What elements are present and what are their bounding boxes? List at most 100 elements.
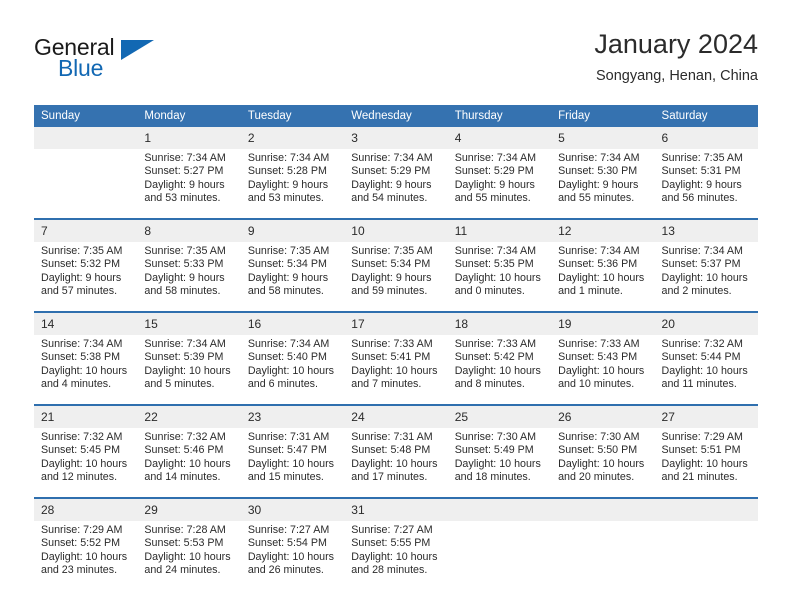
daylight-text: Daylight: 9 hours and 58 minutes.	[247, 271, 329, 297]
day-details	[448, 521, 551, 590]
calendar-day-cell[interactable]: 19 Sunrise: 7:33 AM Sunset: 5:43 PM Dayligh…	[551, 313, 655, 404]
sunset-text: Sunset: 5:28 PM	[247, 165, 327, 178]
sunset-text: Sunset: 5:34 PM	[247, 258, 327, 271]
day-details: Sunrise: 7:35 AM Sunset: 5:32 PM Daylight:…	[34, 242, 137, 311]
sunrise-text: Sunrise: 7:34 AM	[351, 152, 433, 164]
sunset-text: Sunset: 5:29 PM	[454, 165, 534, 178]
sunrise-text: Sunrise: 7:28 AM	[144, 524, 226, 536]
day-details: Sunrise: 7:34 AM Sunset: 5:39 PM Daylight:…	[137, 335, 240, 404]
calendar-day-cell[interactable]: 14 Sunrise: 7:34 AM Sunset: 5:38 PM Dayligh…	[34, 313, 138, 404]
daylight-text: Daylight: 10 hours and 0 minutes.	[454, 271, 541, 297]
calendar-day-cell[interactable]: 12 Sunrise: 7:34 AM Sunset: 5:36 PM Dayligh…	[551, 220, 655, 311]
calendar-day-cell-empty	[551, 499, 655, 590]
calendar-day-cell[interactable]: 10 Sunrise: 7:35 AM Sunset: 5:34 PM Dayligh…	[344, 220, 448, 311]
daylight-text: Daylight: 10 hours and 10 minutes.	[558, 364, 645, 390]
day-number: 26	[551, 406, 655, 428]
sunrise-text: Sunrise: 7:34 AM	[144, 338, 226, 350]
sunset-text: Sunset: 5:41 PM	[351, 351, 431, 364]
calendar-day-cell-empty	[34, 127, 138, 218]
calendar-day-cell[interactable]: 5 Sunrise: 7:34 AM Sunset: 5:30 PM Daylight…	[551, 127, 655, 218]
calendar-day-cell[interactable]: 25 Sunrise: 7:30 AM Sunset: 5:49 PM Dayligh…	[447, 406, 552, 497]
day-details: Sunrise: 7:34 AM Sunset: 5:29 PM Daylight:…	[448, 149, 551, 218]
sunset-text: Sunset: 5:42 PM	[454, 351, 534, 364]
sunset-text: Sunset: 5:46 PM	[144, 444, 224, 457]
general-blue-logo[interactable]: General Blue	[34, 34, 194, 90]
calendar-day-cell[interactable]: 1 Sunrise: 7:34 AM Sunset: 5:27 PM Daylight…	[137, 127, 241, 218]
calendar-day-cell[interactable]: 2 Sunrise: 7:34 AM Sunset: 5:28 PM Daylight…	[240, 127, 345, 218]
daylight-text: Daylight: 10 hours and 8 minutes.	[454, 364, 541, 390]
sunrise-text: Sunrise: 7:34 AM	[558, 245, 640, 257]
sunrise-text: Sunrise: 7:34 AM	[247, 338, 330, 350]
calendar-page: General Blue January 2024 Songyang, Hena…	[0, 0, 792, 612]
daylight-text: Daylight: 10 hours and 20 minutes.	[558, 457, 645, 483]
calendar-day-cell[interactable]: 8 Sunrise: 7:35 AM Sunset: 5:33 PM Daylight…	[137, 220, 241, 311]
daylight-text: Daylight: 10 hours and 2 minutes.	[661, 271, 748, 297]
day-number: 15	[137, 313, 241, 335]
calendar-day-cell[interactable]: 27 Sunrise: 7:29 AM Sunset: 5:51 PM Dayligh…	[654, 406, 758, 497]
sunrise-text: Sunrise: 7:34 AM	[454, 152, 537, 164]
day-number: 17	[344, 313, 448, 335]
calendar-day-cell[interactable]: 4 Sunrise: 7:34 AM Sunset: 5:29 PM Daylight…	[447, 127, 552, 218]
calendar-day-cell[interactable]: 15 Sunrise: 7:34 AM Sunset: 5:39 PM Dayligh…	[137, 313, 241, 404]
logo-triangle-icon	[121, 40, 154, 60]
calendar-day-cell[interactable]: 7 Sunrise: 7:35 AM Sunset: 5:32 PM Daylight…	[34, 220, 138, 311]
calendar-header-row: Sunday Monday Tuesday Wednesday Thursday Frid…	[34, 105, 758, 127]
sunset-text: Sunset: 5:31 PM	[661, 165, 741, 178]
calendar-day-cell[interactable]: 9 Sunrise: 7:35 AM Sunset: 5:34 PM Daylight…	[240, 220, 345, 311]
sunrise-text: Sunrise: 7:34 AM	[454, 245, 537, 257]
calendar-week-row: 1 Sunrise: 7:34 AM Sunset: 5:27 PM Daylight…	[34, 127, 758, 218]
daylight-text: Daylight: 10 hours and 7 minutes.	[351, 364, 438, 390]
day-number: 22	[137, 406, 241, 428]
title-block: January 2024 Songyang, Henan, China	[594, 28, 758, 86]
sunrise-text: Sunrise: 7:30 AM	[558, 431, 640, 443]
daylight-text: Daylight: 9 hours and 53 minutes.	[144, 178, 225, 204]
day-number: 14	[34, 313, 138, 335]
sunset-text: Sunset: 5:37 PM	[661, 258, 741, 271]
day-details: Sunrise: 7:27 AM Sunset: 5:55 PM Daylight:…	[344, 521, 447, 590]
sunrise-text: Sunrise: 7:31 AM	[351, 431, 433, 443]
calendar-day-cell[interactable]: 3 Sunrise: 7:34 AM Sunset: 5:29 PM Daylight…	[344, 127, 448, 218]
calendar-day-cell[interactable]: 29 Sunrise: 7:28 AM Sunset: 5:53 PM Dayligh…	[137, 499, 241, 590]
page-header: General Blue January 2024 Songyang, Hena…	[34, 28, 758, 94]
calendar-day-cell[interactable]: 17 Sunrise: 7:33 AM Sunset: 5:41 PM Dayligh…	[344, 313, 448, 404]
calendar-week-row: 7 Sunrise: 7:35 AM Sunset: 5:32 PM Daylight…	[34, 220, 758, 311]
day-details: Sunrise: 7:32 AM Sunset: 5:44 PM Daylight:…	[655, 335, 758, 404]
day-number	[447, 499, 552, 521]
day-number: 4	[447, 127, 552, 149]
day-number: 28	[34, 499, 138, 521]
day-number	[34, 127, 138, 149]
sunset-text: Sunset: 5:48 PM	[351, 444, 431, 457]
day-details: Sunrise: 7:34 AM Sunset: 5:36 PM Daylight:…	[551, 242, 654, 311]
calendar-day-cell[interactable]: 22 Sunrise: 7:32 AM Sunset: 5:46 PM Dayligh…	[137, 406, 241, 497]
sunrise-text: Sunrise: 7:35 AM	[351, 245, 433, 257]
sunrise-text: Sunrise: 7:35 AM	[41, 245, 123, 257]
calendar-day-cell[interactable]: 30 Sunrise: 7:27 AM Sunset: 5:54 PM Dayligh…	[240, 499, 345, 590]
day-number: 25	[447, 406, 552, 428]
calendar-day-cell[interactable]: 24 Sunrise: 7:31 AM Sunset: 5:48 PM Dayligh…	[344, 406, 448, 497]
sunrise-text: Sunrise: 7:34 AM	[247, 152, 330, 164]
sunrise-text: Sunrise: 7:33 AM	[351, 338, 433, 350]
daylight-text: Daylight: 10 hours and 24 minutes.	[144, 550, 231, 576]
sunset-text: Sunset: 5:52 PM	[41, 537, 121, 550]
calendar-day-cell[interactable]: 16 Sunrise: 7:34 AM Sunset: 5:40 PM Dayligh…	[240, 313, 345, 404]
calendar-day-cell[interactable]: 31 Sunrise: 7:27 AM Sunset: 5:55 PM Dayligh…	[344, 499, 448, 590]
sunrise-text: Sunrise: 7:34 AM	[144, 152, 226, 164]
calendar-day-cell[interactable]: 21 Sunrise: 7:32 AM Sunset: 5:45 PM Dayligh…	[34, 406, 138, 497]
calendar-day-cell[interactable]: 28 Sunrise: 7:29 AM Sunset: 5:52 PM Dayligh…	[34, 499, 138, 590]
day-number: 31	[344, 499, 448, 521]
sunrise-text: Sunrise: 7:32 AM	[661, 338, 743, 350]
day-details: Sunrise: 7:33 AM Sunset: 5:43 PM Daylight:…	[551, 335, 654, 404]
calendar-day-cell[interactable]: 13 Sunrise: 7:34 AM Sunset: 5:37 PM Dayligh…	[654, 220, 758, 311]
weekday-header-monday: Monday	[137, 105, 241, 127]
logo-text-blue: Blue	[58, 55, 104, 81]
calendar-day-cell[interactable]: 26 Sunrise: 7:30 AM Sunset: 5:50 PM Dayligh…	[551, 406, 655, 497]
calendar-day-cell[interactable]: 11 Sunrise: 7:34 AM Sunset: 5:35 PM Dayligh…	[447, 220, 552, 311]
day-details: Sunrise: 7:29 AM Sunset: 5:52 PM Daylight:…	[34, 521, 137, 590]
calendar-day-cell[interactable]: 20 Sunrise: 7:32 AM Sunset: 5:44 PM Dayligh…	[654, 313, 758, 404]
sunset-text: Sunset: 5:35 PM	[454, 258, 534, 271]
sunset-text: Sunset: 5:27 PM	[144, 165, 224, 178]
calendar-day-cell[interactable]: 6 Sunrise: 7:35 AM Sunset: 5:31 PM Daylight…	[654, 127, 758, 218]
calendar-day-cell[interactable]: 18 Sunrise: 7:33 AM Sunset: 5:42 PM Dayligh…	[447, 313, 552, 404]
sunrise-text: Sunrise: 7:34 AM	[661, 245, 743, 257]
calendar-day-cell[interactable]: 23 Sunrise: 7:31 AM Sunset: 5:47 PM Dayligh…	[240, 406, 345, 497]
